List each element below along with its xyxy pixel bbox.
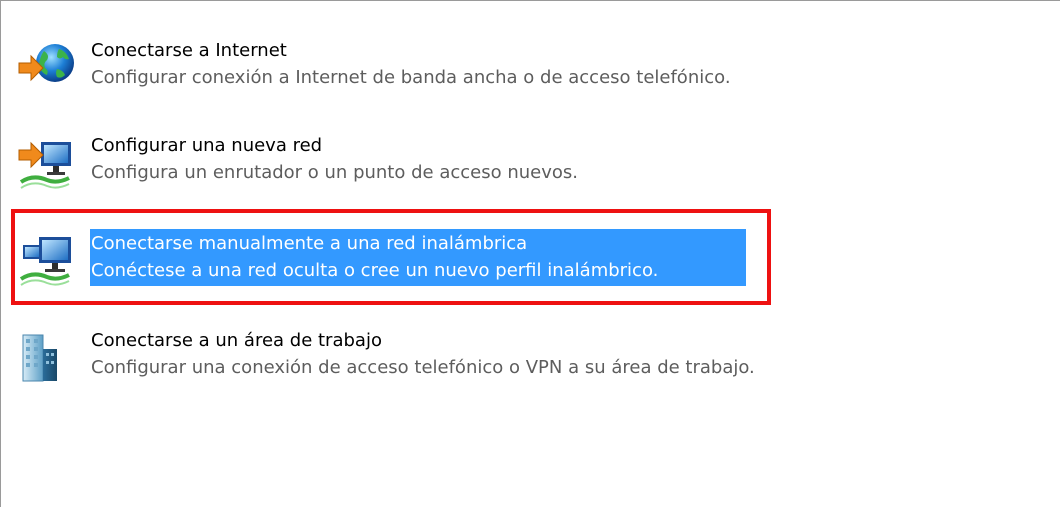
annotation-highlight-box [11,209,771,305]
option-connect-workplace[interactable]: Conectarse a un área de trabajo Configur… [15,327,915,407]
workplace-vpn-icon [22,334,57,382]
option-title: Conectarse a un área de trabajo [91,330,382,351]
option-description: Configurar conexión a Internet de banda … [91,67,731,88]
option-setup-new-network[interactable]: Configurar una nueva red Configura un en… [15,134,915,214]
option-title: Conectarse a Internet [91,40,287,61]
new-network-icon [18,141,71,189]
option-title: Configurar una nueva red [91,135,323,156]
option-connect-internet[interactable]: Conectarse a Internet Configurar conexió… [15,37,915,117]
connection-options-panel: Conectarse a Internet Configurar conexió… [0,0,1060,507]
option-description: Configurar una conexión de acceso telefó… [91,357,755,378]
option-description: Configura un enrutador o un punto de acc… [91,162,578,183]
globe-internet-icon [18,44,74,82]
